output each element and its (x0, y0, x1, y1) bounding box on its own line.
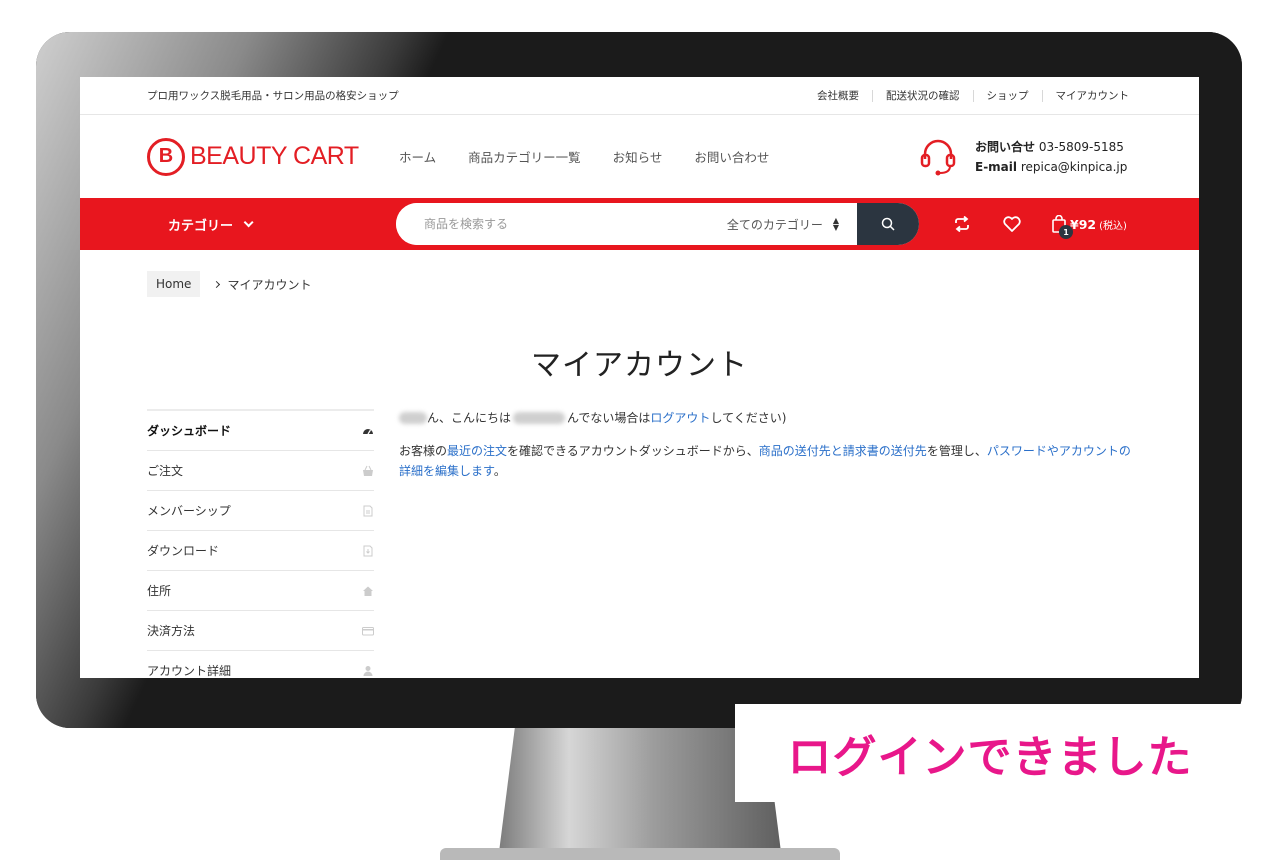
sidebar-item-label: ダッシュボード (147, 424, 232, 438)
email-address: repica@kinpica.jp (1020, 160, 1128, 174)
sidebar-item-orders[interactable]: ご注文 (147, 451, 374, 491)
desc-text: お客様の (399, 444, 448, 458)
compare-button[interactable] (952, 214, 972, 234)
greeting-text-3: してください) (710, 411, 787, 425)
document-icon (363, 505, 373, 516)
addresses-link[interactable]: 商品の送付先と請求書の送付先 (759, 444, 927, 458)
download-file-icon (363, 545, 373, 556)
basket-icon (363, 465, 373, 476)
sidebar-item-membership[interactable]: メンバーシップ (147, 491, 374, 531)
top-link-my-account[interactable]: マイアカウント (1041, 89, 1129, 102)
logout-link[interactable]: ログアウト (650, 408, 710, 428)
compare-icon (955, 216, 969, 232)
main-nav: ホーム 商品カテゴリー一覧 お知らせ お問い合わせ (399, 147, 769, 166)
dashboard-description: お客様の最近の注文を確認できるアカウントダッシュボードから、商品の送付先と請求書… (399, 441, 1132, 481)
header-actions: 1 ¥92 (税込) (952, 198, 1127, 250)
account-sidebar: ダッシュボード ご注文 メンバーシップ ダウンロード 住所 決済方法 アカウント… (147, 409, 374, 678)
greeting-message: ん、こんにちは んでない場合は ログアウト してください) (399, 408, 1132, 428)
sidebar-item-downloads[interactable]: ダウンロード (147, 531, 374, 571)
phone-number: 03-5809-5185 (1038, 140, 1124, 154)
user-icon (363, 665, 373, 676)
search-category-value: 全てのカテゴリー (726, 217, 823, 232)
cart-button[interactable]: 1 ¥92 (税込) (1052, 215, 1127, 239)
phone-label: お問い合せ (975, 140, 1036, 154)
sidebar-item-dashboard[interactable]: ダッシュボード (147, 411, 374, 451)
nav-home[interactable]: ホーム (399, 147, 436, 166)
chevron-right-icon (213, 280, 221, 288)
sidebar-item-label: 住所 (147, 584, 172, 598)
dashboard-icon (363, 428, 373, 434)
nav-news[interactable]: お知らせ (613, 147, 663, 166)
search-button[interactable] (857, 203, 919, 245)
nav-contact[interactable]: お問い合わせ (694, 147, 769, 166)
dashboard-content: ん、こんにちは んでない場合は ログアウト してください) お客様の最近の注文を… (399, 409, 1132, 481)
sidebar-item-account-details[interactable]: アカウント詳細 (147, 651, 374, 678)
breadcrumb-home[interactable]: Home (147, 271, 201, 297)
desc-text: を確認できるアカウントダッシュボードから、 (507, 444, 759, 458)
search-input[interactable] (396, 203, 696, 245)
site-logo[interactable]: B BEAUTY CART (147, 137, 375, 176)
credit-card-icon (362, 626, 374, 635)
sidebar-item-addresses[interactable]: 住所 (147, 571, 374, 611)
nav-categories[interactable]: 商品カテゴリー一覧 (468, 147, 581, 166)
caption-box: ログインできました (735, 704, 1245, 802)
contact-info: お問い合せ 03-5809-5185 E-mail repica@kinpica… (920, 137, 1127, 177)
site-header: B BEAUTY CART ホーム 商品カテゴリー一覧 お知らせ お問い合わせ … (80, 115, 1199, 198)
select-arrows-icon: ▲ ▼ (832, 216, 839, 232)
category-dropdown-toggle[interactable]: カテゴリー (168, 198, 254, 250)
monitor-stand-base (440, 848, 840, 860)
top-links: 会社概要 配送状況の確認 ショップ マイアカウント (804, 89, 1129, 102)
logo-mark-icon: B (147, 137, 185, 176)
top-link-shop[interactable]: ショップ (972, 89, 1042, 102)
sidebar-item-label: ダウンロード (147, 544, 220, 558)
sidebar-item-label: メンバーシップ (147, 504, 231, 518)
recent-orders-link[interactable]: 最近の注文 (447, 444, 507, 458)
caption-text: ログインできました (787, 732, 1193, 783)
blurred-username (513, 412, 566, 424)
desc-text: を管理し、 (926, 444, 987, 458)
search-icon (881, 217, 895, 231)
top-link-shipping-status[interactable]: 配送状況の確認 (872, 89, 973, 102)
wishlist-button[interactable] (1002, 214, 1022, 234)
cart-count-badge: 1 (1059, 225, 1073, 239)
logo-text: BEAUTY CART (190, 142, 359, 170)
chevron-down-icon (243, 216, 254, 227)
desc-text: 。 (493, 464, 506, 478)
category-label: カテゴリー (168, 218, 234, 234)
email-label: E-mail (975, 160, 1018, 174)
blurred-username (399, 412, 427, 424)
breadcrumb: Home マイアカウント (147, 271, 311, 297)
sidebar-item-label: 決済方法 (147, 624, 196, 638)
website-screen: プロ用ワックス脱毛用品・サロン用品の格安ショップ 会社概要 配送状況の確認 ショ… (80, 77, 1199, 678)
search-bar: 全てのカテゴリー ▲▼ (396, 203, 919, 245)
search-category-select[interactable]: 全てのカテゴリー ▲ ▼ (696, 203, 857, 245)
headset-icon (920, 139, 956, 176)
sidebar-item-label: アカウント詳細 (147, 664, 232, 678)
top-link-company[interactable]: 会社概要 (804, 90, 872, 102)
shop-tagline: プロ用ワックス脱毛用品・サロン用品の格安ショップ (147, 90, 399, 102)
breadcrumb-current: マイアカウント (227, 277, 312, 292)
red-nav-bar: カテゴリー 全てのカテゴリー ▲▼ (80, 198, 1199, 250)
greeting-text-1: ん、こんにちは (427, 411, 512, 425)
heart-icon (1003, 216, 1021, 232)
sidebar-item-label: ご注文 (147, 464, 184, 478)
greeting-text-2: んでない場合は (567, 411, 651, 425)
sidebar-item-payment-methods[interactable]: 決済方法 (147, 611, 374, 651)
top-bar: プロ用ワックス脱毛用品・サロン用品の格安ショップ 会社概要 配送状況の確認 ショ… (80, 77, 1199, 115)
cart-total: ¥92 (1070, 216, 1097, 232)
home-icon (363, 586, 373, 596)
page-title: マイアカウント (531, 348, 748, 383)
cart-tax-note: (税込) (1099, 220, 1127, 232)
